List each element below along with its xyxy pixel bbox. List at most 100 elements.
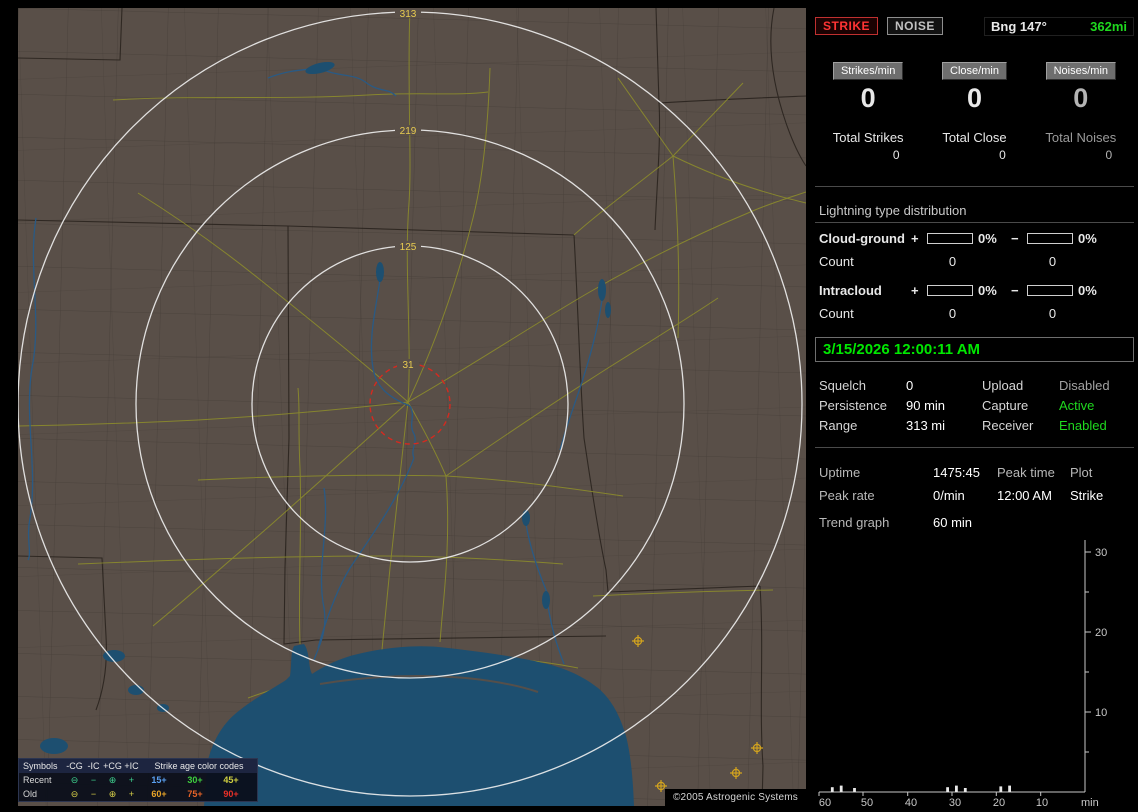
intracloud-label: Intracloud	[819, 283, 882, 298]
age-60-label: 60+	[151, 789, 167, 799]
divider	[815, 447, 1134, 448]
map-legend: Symbols -CG -IC +CG +IC Strike age color…	[18, 758, 258, 802]
peak-rate-label: Peak rate	[819, 488, 875, 503]
map-canvas[interactable]: 313 219 125 31	[18, 8, 806, 806]
copyright: ©2005 Astrogenic Systems	[664, 789, 806, 806]
trend-axes	[818, 540, 1091, 796]
close-per-min-value: 0	[966, 83, 982, 113]
ic-positive-bar	[927, 285, 973, 296]
pos-ic-recent-icon: +	[128, 775, 135, 785]
upload-value: Disabled	[1059, 377, 1110, 393]
x-unit-label: min	[1081, 797, 1099, 809]
total-strikes-value: 0	[892, 148, 900, 162]
legend-symbols-title: Symbols	[23, 761, 58, 771]
plus-sign: +	[911, 283, 919, 298]
legend-recent-row: Recent ⊖ − ⊕ + 15+ 30+ 45+	[19, 773, 257, 787]
bearing-readout: Bng 147° 362mi	[984, 16, 1134, 36]
persistence-value: 90 min	[906, 397, 946, 413]
squelch-value: 0	[906, 377, 914, 393]
legend-header-row: Symbols -CG -IC +CG +IC Strike age color…	[19, 759, 257, 773]
legend-old-row: Old ⊖ − ⊕ + 60+ 75+ 90+	[19, 787, 257, 801]
distribution-title: Lightning type distribution	[819, 203, 967, 218]
noise-mode-button[interactable]: NOISE	[887, 17, 943, 35]
peak-time-label: Peak time	[997, 465, 1055, 480]
rate-counters: Strikes/min 0 Close/min 0 Noises/min 0	[815, 62, 1134, 114]
upload-label: Upload	[982, 377, 1024, 393]
close-per-min-counter: Close/min 0	[921, 62, 1027, 114]
age-30-label: 30+	[187, 775, 203, 785]
pos-cg-recent-icon: ⊕	[108, 775, 117, 785]
stats-row: Peak rate 0/min 12:00 AM Strike	[815, 484, 1134, 507]
total-noises: Total Noises 0	[1028, 130, 1134, 162]
legend-age-title: Strike age color codes	[154, 761, 244, 771]
age-15-label: 15+	[151, 775, 167, 785]
cg-negative-pct: 0%	[1078, 231, 1097, 246]
ring-label-125: 125	[400, 242, 417, 253]
neg-cg-recent-icon: ⊖	[70, 775, 79, 785]
total-noises-value: 0	[1105, 148, 1113, 162]
neg-cg-old-icon: ⊖	[70, 789, 79, 799]
mode-bar: STRIKE NOISE Bng 147° 362mi	[815, 16, 1134, 36]
total-noises-label: Total Noises	[1045, 130, 1117, 145]
noises-per-min-counter: Noises/min 0	[1028, 62, 1134, 114]
x-tick-30: 30	[949, 797, 961, 809]
plot-value: Strike	[1070, 488, 1104, 503]
plot-label: Plot	[1070, 465, 1093, 480]
y-tick-10: 10	[1095, 707, 1107, 719]
receiver-value: Enabled	[1059, 417, 1107, 433]
total-strikes-label: Total Strikes	[832, 130, 904, 145]
strike-mode-button[interactable]: STRIKE	[815, 17, 879, 35]
squelch-label: Squelch	[819, 377, 866, 393]
cloud-ground-row: Cloud-ground + 0% − 0%	[815, 231, 1134, 246]
range-value: 313 mi	[906, 417, 946, 433]
capture-label: Capture	[982, 397, 1029, 413]
control-panel: STRIKE NOISE Bng 147° 362mi Strikes/min …	[815, 8, 1134, 809]
ring-label-219: 219	[400, 126, 417, 137]
cg-negative-bar	[1027, 233, 1073, 244]
totals: Total Strikes 0 Total Close 0 Total Nois…	[815, 130, 1134, 162]
intracloud-count-row: Count 0 0	[815, 306, 1134, 321]
x-tick-60: 60	[819, 797, 831, 809]
pos-cg-old-icon: ⊕	[108, 789, 117, 799]
total-close-value: 0	[999, 148, 1006, 162]
range-label: Range	[819, 417, 858, 433]
x-tick-50: 50	[861, 797, 873, 809]
x-tick-40: 40	[905, 797, 917, 809]
legend-col-pos-ic: +IC	[124, 761, 139, 771]
age-45-label: 45+	[223, 775, 239, 785]
settings-row: Range 313 mi Receiver Enabled	[815, 415, 1134, 435]
cloud-ground-count-row: Count 0 0	[815, 254, 1134, 269]
trend-graph-header: Trend graph 60 min	[815, 514, 1134, 530]
ic-positive-pct: 0%	[978, 283, 997, 298]
strikes-per-min-counter: Strikes/min 0	[815, 62, 921, 114]
ic-negative-count: 0	[1048, 306, 1057, 321]
cg-positive-bar	[927, 233, 973, 244]
legend-col-neg-cg: -CG	[66, 761, 83, 771]
stats-row: Uptime 1475:45 Peak time Plot	[815, 461, 1134, 484]
total-strikes: Total Strikes 0	[815, 130, 921, 162]
divider	[815, 186, 1134, 187]
uptime-stats: Uptime 1475:45 Peak time Plot Peak rate …	[815, 461, 1134, 507]
cloud-ground-label: Cloud-ground	[819, 231, 905, 246]
cg-positive-pct: 0%	[978, 231, 997, 246]
ic-negative-bar	[1027, 285, 1073, 296]
strikes-per-min-value: 0	[860, 83, 876, 113]
count-label: Count	[819, 306, 854, 321]
y-tick-30: 30	[1095, 547, 1107, 559]
ring-label-31: 31	[402, 360, 414, 371]
settings-row: Persistence 90 min Capture Active	[815, 395, 1134, 415]
legend-col-pos-cg: +CG	[103, 761, 122, 771]
noises-per-min-label: Noises/min	[1045, 62, 1117, 80]
status-settings: Squelch 0 Upload Disabled Persistence 90…	[815, 375, 1134, 435]
neg-ic-recent-icon: −	[90, 775, 97, 785]
noises-per-min-value: 0	[1073, 83, 1089, 113]
settings-row: Squelch 0 Upload Disabled	[815, 375, 1134, 395]
plus-sign: +	[911, 231, 919, 246]
age-90-label: 90+	[223, 789, 239, 799]
map-panel: 313 219 125 31 Symbols -CG -IC +CG +IC S…	[18, 8, 806, 806]
ring-label-313: 313	[400, 9, 417, 20]
intracloud-row: Intracloud + 0% − 0%	[815, 283, 1134, 298]
clock: 3/15/2026 12:00:11 AM	[815, 337, 1134, 362]
x-tick-20: 20	[993, 797, 1005, 809]
ic-negative-pct: 0%	[1078, 283, 1097, 298]
